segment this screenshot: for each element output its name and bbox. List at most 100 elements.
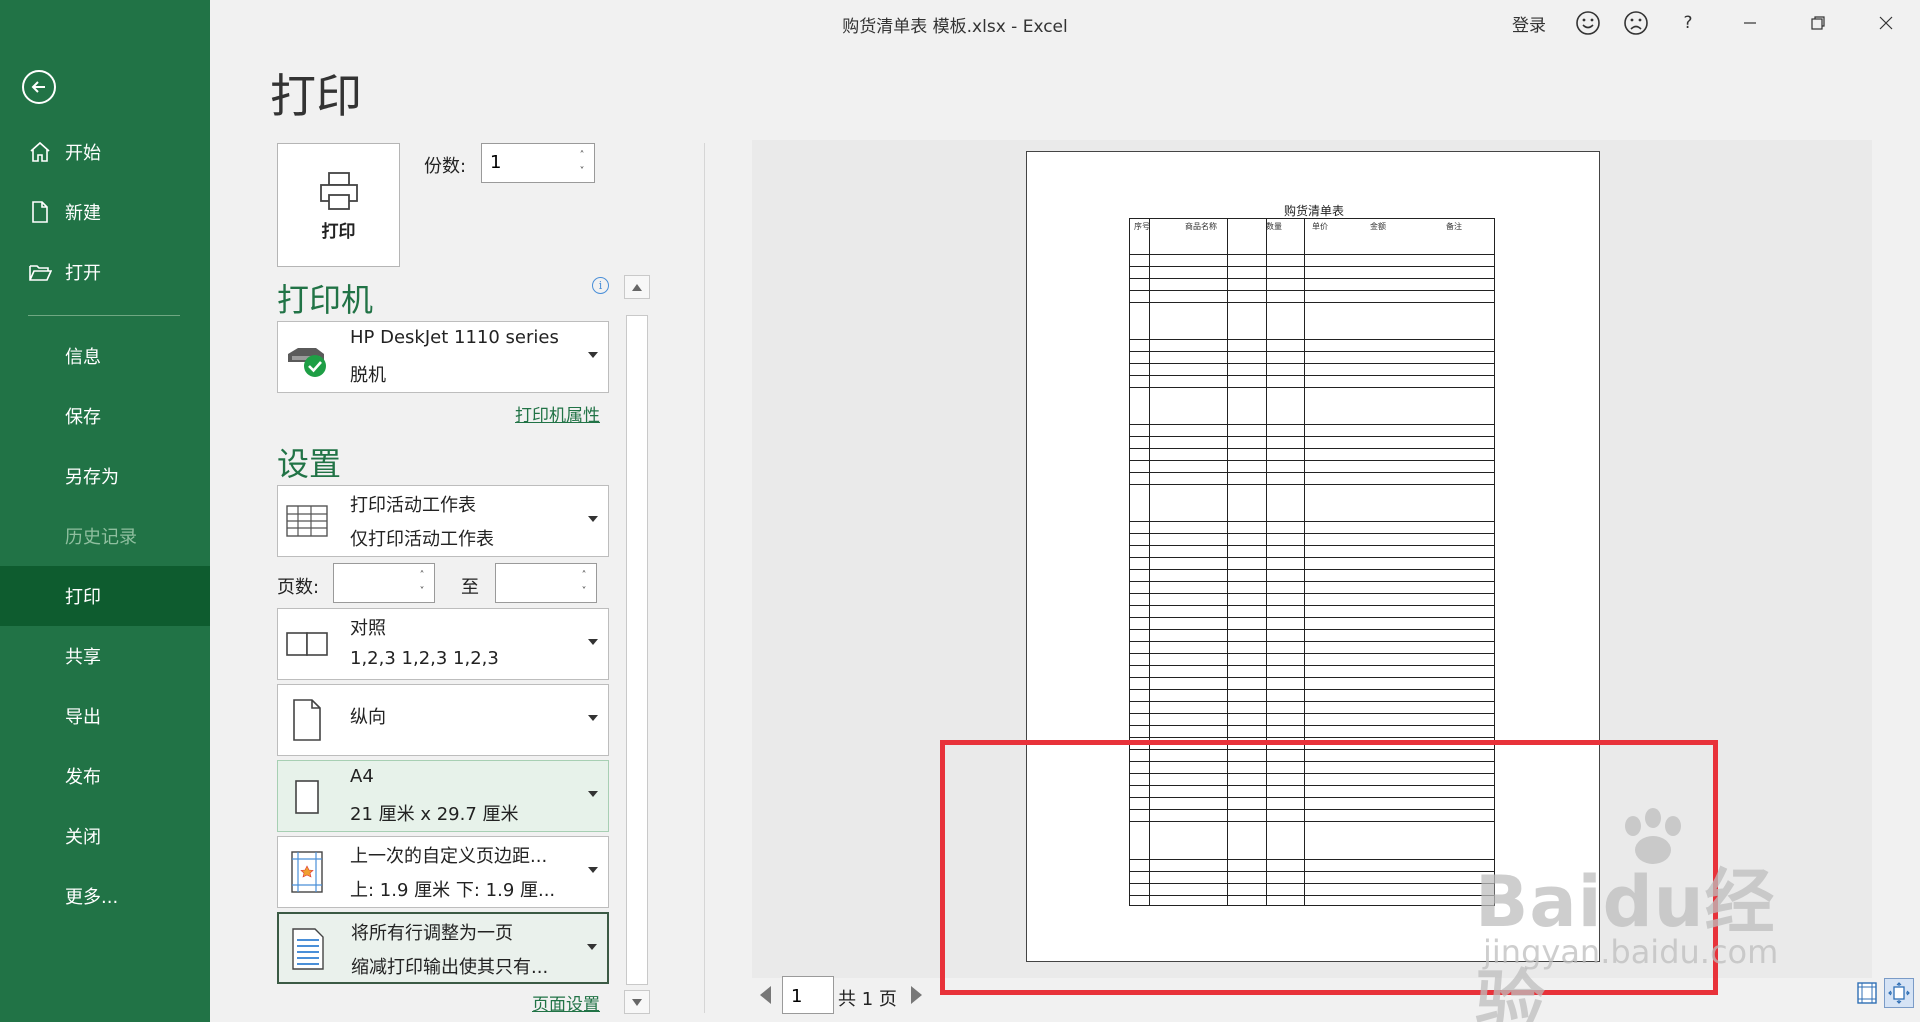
print-button[interactable]: 打印	[277, 143, 400, 267]
nav-open[interactable]: 打开	[0, 242, 210, 302]
pages-from-down-icon[interactable]: ˅	[414, 584, 430, 598]
frown-feedback-icon[interactable]	[1612, 0, 1660, 46]
sheet-title: 购货清单表	[1283, 204, 1344, 218]
table-row-line	[1130, 557, 1494, 558]
table-row-line	[1130, 302, 1494, 303]
table-row-line	[1130, 725, 1494, 726]
home-icon	[30, 141, 50, 162]
chevron-down-icon	[587, 944, 597, 950]
nav-save-as[interactable]: 另存为	[0, 446, 210, 506]
window-title: 购货清单表 模板.xlsx - Excel	[842, 17, 1068, 37]
page-number-input[interactable]	[791, 986, 827, 1007]
settings-scrollbar[interactable]	[624, 275, 650, 1015]
paper-size-dropdown[interactable]: A4 21 厘米 x 29.7 厘米	[277, 760, 609, 832]
open-folder-icon	[29, 265, 52, 281]
minimize-icon[interactable]	[1716, 0, 1784, 46]
nav-new[interactable]: 新建	[0, 182, 210, 242]
pages-to-stepper[interactable]: ˄ ˅	[495, 563, 597, 603]
nav-print[interactable]: 打印	[0, 566, 210, 626]
table-row-line	[1130, 689, 1494, 690]
backstage-sidebar: 开始 新建 打开 信息 保存 另存为 历史记录 打印 共享 导出 发布 关闭 更…	[0, 0, 210, 1022]
nav-share-label: 共享	[65, 647, 101, 668]
table-row-line	[1130, 387, 1494, 388]
chevron-down-icon	[588, 867, 598, 873]
orientation-dropdown[interactable]: 纵向	[277, 684, 609, 756]
margins-dropdown[interactable]: 上一次的自定义页边距... 上: 1.9 厘米 下: 1.9 厘...	[277, 836, 609, 908]
zoom-to-page-icon[interactable]	[1884, 978, 1914, 1008]
collate-title: 对照	[350, 618, 386, 639]
chevron-down-icon	[588, 352, 598, 358]
printer-properties-link[interactable]: 打印机属性	[515, 401, 600, 426]
print-scope-desc: 仅打印活动工作表	[350, 529, 494, 550]
sign-in-button[interactable]: 登录	[1494, 0, 1564, 46]
fit-rows-icon	[292, 928, 324, 970]
next-page-icon[interactable]	[908, 983, 924, 1007]
chevron-down-icon	[588, 715, 598, 721]
copies-stepper[interactable]: ˄ ˅	[481, 143, 595, 183]
collate-desc: 1,2,3 1,2,3 1,2,3	[350, 648, 499, 669]
restore-icon[interactable]	[1784, 0, 1852, 46]
pages-from-up-icon[interactable]: ˄	[414, 568, 430, 582]
copies-down-icon[interactable]: ˅	[574, 164, 590, 178]
printer-ready-icon	[288, 348, 326, 377]
smile-feedback-icon[interactable]	[1564, 0, 1612, 46]
nav-info[interactable]: 信息	[0, 326, 210, 386]
pages-label: 页数:	[277, 577, 320, 598]
table-row-line	[1130, 533, 1494, 534]
copies-up-icon[interactable]: ˄	[574, 148, 590, 162]
previous-page-icon[interactable]	[757, 983, 773, 1007]
table-row-line	[1130, 484, 1494, 485]
pages-to-up-icon[interactable]: ˄	[576, 568, 592, 582]
paper-size-title: A4	[350, 766, 374, 787]
pages-from-stepper[interactable]: ˄ ˅	[333, 563, 435, 603]
help-button[interactable]: ?	[1660, 0, 1716, 46]
nav-export-label: 导出	[65, 707, 101, 728]
window-controls: 登录 ?	[1494, 0, 1920, 46]
back-arrow-icon[interactable]	[22, 70, 56, 104]
table-row-line	[1130, 593, 1494, 594]
collate-pages-icon	[286, 632, 328, 656]
nav-publish[interactable]: 发布	[0, 746, 210, 806]
header-note: 备注	[1446, 222, 1462, 231]
show-margins-icon[interactable]	[1855, 980, 1879, 1006]
chevron-down-icon	[588, 516, 598, 522]
close-icon[interactable]	[1852, 0, 1920, 46]
copies-label: 份数:	[424, 156, 467, 177]
scrollbar-track[interactable]	[626, 315, 648, 985]
scroll-down-icon[interactable]	[624, 990, 650, 1014]
nav-save[interactable]: 保存	[0, 386, 210, 446]
nav-share[interactable]: 共享	[0, 626, 210, 686]
table-row-line	[1130, 363, 1494, 364]
printer-icon	[319, 171, 358, 210]
nav-save-as-label: 另存为	[65, 467, 119, 488]
table-row-line	[1130, 436, 1494, 437]
page-setup-link[interactable]: 页面设置	[532, 990, 600, 1015]
nav-close[interactable]: 关闭	[0, 806, 210, 866]
nav-history: 历史记录	[0, 506, 210, 566]
page-number-field[interactable]	[782, 976, 834, 1014]
table-row-line	[1130, 339, 1494, 340]
nav-home[interactable]: 开始	[0, 122, 210, 182]
table-row-line	[1130, 641, 1494, 642]
print-scope-dropdown[interactable]: 打印活动工作表 仅打印活动工作表	[277, 485, 609, 557]
custom-margins-icon	[291, 851, 323, 893]
copies-input[interactable]	[490, 152, 570, 173]
settings-heading: 设置	[277, 445, 342, 483]
printer-status: 脱机	[350, 365, 386, 386]
scroll-up-icon[interactable]	[624, 275, 650, 299]
table-row-line	[1130, 521, 1494, 522]
nav-more[interactable]: 更多...	[0, 866, 210, 926]
table-row-line	[1130, 701, 1494, 702]
margins-title: 上一次的自定义页边距...	[350, 846, 548, 867]
printer-heading: 打印机	[277, 281, 374, 319]
table-row-line	[1130, 266, 1494, 267]
table-row-line	[1130, 254, 1494, 255]
info-icon[interactable]: i	[592, 277, 609, 294]
nav-open-label: 打开	[65, 263, 101, 284]
pages-to-down-icon[interactable]: ˅	[576, 584, 592, 598]
collate-dropdown[interactable]: 对照 1,2,3 1,2,3 1,2,3	[277, 608, 609, 680]
title-bar: 购货清单表 模板.xlsx - Excel 登录 ?	[210, 0, 1920, 46]
nav-export[interactable]: 导出	[0, 686, 210, 746]
printer-dropdown[interactable]: HP DeskJet 1110 series 脱机	[277, 321, 609, 393]
scaling-dropdown[interactable]: 将所有行调整为一页 缩减打印输出使其只有...	[277, 912, 609, 984]
